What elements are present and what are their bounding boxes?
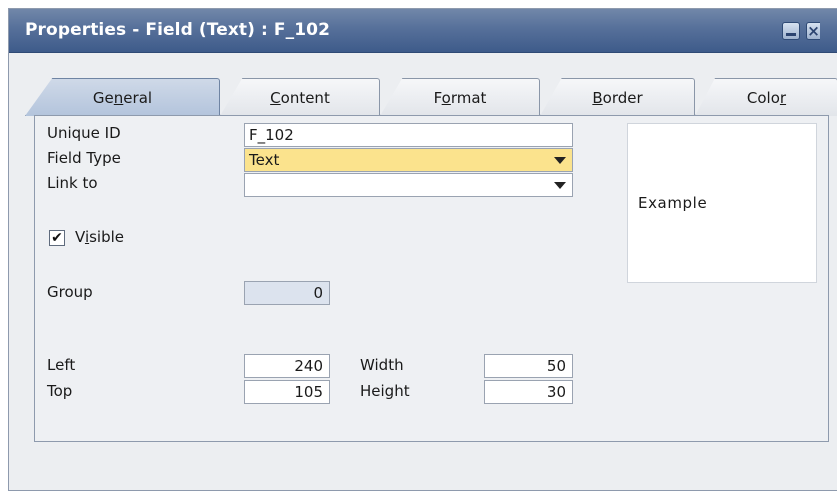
- field-type-label: Field Type: [47, 149, 121, 167]
- link-to-label: Link to: [47, 174, 98, 192]
- tab-border[interactable]: Border: [540, 78, 695, 116]
- height-field[interactable]: 30: [484, 380, 573, 404]
- chevron-down-icon[interactable]: [554, 182, 566, 189]
- visible-label-text: V: [75, 228, 85, 246]
- tab-label-accel: B: [592, 89, 603, 107]
- link-to-dropdown[interactable]: [244, 173, 573, 197]
- width-field[interactable]: 50: [484, 354, 573, 378]
- visible-label[interactable]: Visible: [75, 228, 124, 246]
- group-field[interactable]: 0: [244, 281, 330, 305]
- group-label: Group: [47, 283, 93, 301]
- left-label: Left: [47, 356, 76, 374]
- tab-label: rmat: [450, 89, 487, 107]
- tab-label-accel: o: [441, 89, 451, 107]
- unique-id-label: Unique ID: [47, 124, 121, 142]
- tab-label: Ge: [92, 89, 114, 107]
- tab-label: F: [433, 89, 442, 107]
- tab-color[interactable]: Color: [695, 78, 837, 116]
- width-label: Width: [360, 356, 404, 374]
- example-text: Example: [638, 194, 708, 212]
- top-field[interactable]: 105: [244, 380, 330, 404]
- chevron-down-icon[interactable]: [554, 157, 566, 164]
- tab-label-accel: n: [113, 89, 124, 107]
- visible-checkbox[interactable]: ✔: [49, 230, 65, 246]
- field-type-dropdown[interactable]: Text: [244, 148, 573, 172]
- example-preview: Example: [627, 123, 817, 283]
- tab-label: ontent: [280, 89, 330, 107]
- left-field[interactable]: 240: [244, 354, 330, 378]
- tab-label: order: [602, 89, 643, 107]
- height-label: Height: [360, 382, 410, 400]
- general-tab-panel: Unique ID F_102 Field Type Text Link to …: [34, 115, 829, 442]
- minimize-icon[interactable]: [782, 22, 800, 40]
- window-title: Properties - Field (Text) : F_102: [25, 20, 331, 40]
- tab-strip: General Content Format Border Color: [25, 78, 837, 116]
- top-label: Top: [47, 382, 73, 400]
- tab-general[interactable]: General: [25, 78, 220, 116]
- tab-label: Colo: [746, 89, 780, 107]
- tab-label-accel: C: [270, 89, 281, 107]
- title-bar[interactable]: Properties - Field (Text) : F_102 ×: [9, 9, 837, 53]
- properties-window: Properties - Field (Text) : F_102 × Gene…: [8, 8, 837, 491]
- tab-label: eral: [123, 89, 153, 107]
- tab-label-accel: r: [779, 89, 787, 107]
- visible-label-text: sible: [89, 228, 125, 246]
- tab-format[interactable]: Format: [380, 78, 540, 116]
- tab-content[interactable]: Content: [220, 78, 380, 116]
- field-type-value: Text: [249, 151, 280, 169]
- close-icon[interactable]: ×: [806, 22, 820, 40]
- unique-id-field[interactable]: F_102: [244, 123, 573, 147]
